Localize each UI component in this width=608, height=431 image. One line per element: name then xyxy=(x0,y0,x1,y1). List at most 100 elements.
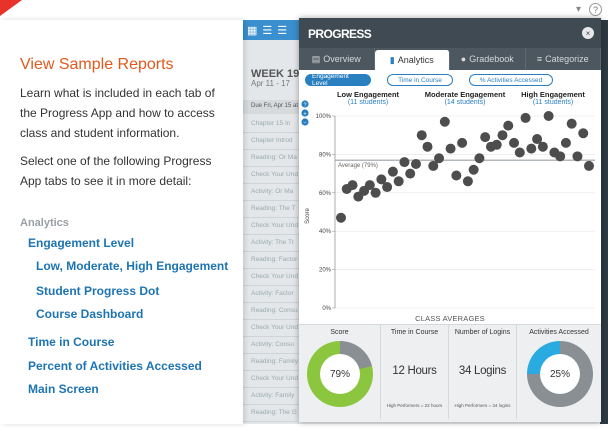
student-progress-dot xyxy=(520,112,531,123)
student-progress-dot xyxy=(497,130,508,141)
modal-tabs: ▤ Overview ▮ Analytics ● Gradebook ≡ Cat… xyxy=(299,48,601,70)
course-dashboard-link[interactable]: Course Dashboard xyxy=(36,307,143,321)
student-progress-dot xyxy=(509,137,520,148)
student-progress-dot-link[interactable]: Student Progress Dot xyxy=(36,284,159,298)
moderate-engagement-count: (14 students) xyxy=(444,99,486,106)
student-progress-dot xyxy=(514,147,525,158)
student-progress-dot xyxy=(347,180,358,191)
student-progress-dot xyxy=(399,157,410,168)
score-value: 79% xyxy=(320,354,360,394)
close-icon[interactable]: × xyxy=(582,27,594,39)
class-averages-heading: CLASS AVERAGES xyxy=(415,314,485,323)
accessed-value: 25% xyxy=(540,354,580,394)
background-list-item: Reading: Or Ma xyxy=(243,150,301,167)
background-list-item: Chapter Introd xyxy=(243,133,301,150)
overview-icon: ▤ xyxy=(311,53,321,64)
guide-title: View Sample Reports xyxy=(20,56,174,73)
low-engagement-label: Low Engagement xyxy=(336,90,400,99)
engagement-tiers-link[interactable]: Low, Moderate, High Engagement xyxy=(36,259,228,273)
time-label: Time in Course xyxy=(390,329,439,336)
tab-overview[interactable]: ▤ Overview xyxy=(299,48,375,70)
percent-activities-link[interactable]: Percent of Activities Accessed xyxy=(28,359,202,373)
student-progress-dot xyxy=(543,111,554,121)
tab-analytics[interactable]: ▮ Analytics xyxy=(374,50,450,70)
engagement-scatter: ? + − 0% 20% 40% 60% 80% 100% Score Average (79%) xyxy=(301,100,595,312)
high-engagement-header: High Engagement (11 students) xyxy=(513,90,593,106)
tab-gradebook-label: Gradebook xyxy=(469,54,514,64)
student-progress-dot xyxy=(393,176,404,187)
subtab-activities-accessed[interactable]: % Activities Accessed xyxy=(469,74,553,86)
chart-control-glyph: ? xyxy=(303,102,306,108)
student-progress-dot xyxy=(445,143,456,154)
student-progress-dot xyxy=(405,168,416,179)
tab-categorize[interactable]: ≡ Categorize xyxy=(526,48,601,70)
chart-control-glyph: + xyxy=(303,111,306,117)
engagement-level-link[interactable]: Engagement Level xyxy=(28,236,134,250)
calendar-icon: ▦ xyxy=(247,24,258,37)
tab-categorize-label: Categorize xyxy=(545,54,589,64)
student-progress-dot xyxy=(555,151,566,162)
week-range: Apr 11 - 17 xyxy=(251,79,290,88)
help-icon[interactable]: ? xyxy=(589,3,602,16)
time-in-course-link[interactable]: Time in Course xyxy=(28,335,114,349)
background-list-item: Activity: Or Ma xyxy=(243,184,301,201)
student-progress-dot xyxy=(462,176,473,187)
accessed-label: Activities Accessed xyxy=(529,329,589,336)
y-tick-label: 80% xyxy=(319,152,332,158)
background-list-item: Reading: Factor xyxy=(243,252,301,269)
student-progress-dot xyxy=(491,139,502,150)
guide-instructions: Select one of the following Progress App… xyxy=(20,154,212,188)
list-icon: ☰ xyxy=(262,24,273,37)
progress-modal: PROGRESS × ▤ Overview ▮ Analytics ● Grad… xyxy=(299,18,601,422)
y-tick-label: 40% xyxy=(319,229,332,235)
student-progress-dot xyxy=(526,143,537,154)
top-icons: ▾ ? xyxy=(576,3,602,16)
average-label: Average (79%) xyxy=(338,163,378,169)
background-list-item: Check Your Und xyxy=(243,218,301,235)
y-tick-label: 0% xyxy=(322,306,331,312)
student-progress-dot xyxy=(537,141,548,152)
moderate-engagement-header: Moderate Engagement (14 students) xyxy=(417,90,513,106)
background-list-item: Activity: Family xyxy=(243,388,301,405)
bar-chart-icon: ▮ xyxy=(389,54,395,65)
background-list-item: Activity: The Tr xyxy=(243,235,301,252)
time-average: Time in Course 12 Hours High Performers … xyxy=(381,325,449,419)
student-progress-dot xyxy=(584,160,594,171)
student-progress-dot xyxy=(480,132,491,143)
people-icon: ● xyxy=(460,54,467,64)
tab-analytics-label: Analytics xyxy=(397,55,434,65)
dropdown-icon[interactable]: ▾ xyxy=(576,4,581,15)
subtab-engagement-level[interactable]: Engagement Level xyxy=(305,73,371,87)
guide-intro: Learn what is included in each tab of th… xyxy=(20,86,215,140)
background-list-item: Reading: The G xyxy=(243,405,301,422)
low-engagement-header: Low Engagement (11 students) xyxy=(329,90,407,106)
low-engagement-count: (11 students) xyxy=(347,99,389,106)
guide-panel: View Sample Reports Learn what is includ… xyxy=(0,20,243,424)
background-toolbar: ▦ ☰ ☰ xyxy=(243,20,303,40)
student-progress-dot xyxy=(578,128,589,139)
time-note: High Performers = 22 hours xyxy=(386,403,443,408)
accessed-donut: 25% xyxy=(527,341,593,407)
sliders-icon: ≡ xyxy=(536,54,543,64)
engagement-chart: ? + −0% 20% 40% 60% 80% 100% Score Average (79%) … xyxy=(299,88,601,314)
background-list-item: Check Your Und xyxy=(243,269,301,286)
background-list-item: Check Your Und xyxy=(243,371,301,388)
student-progress-dot xyxy=(560,137,571,148)
score-label: Score xyxy=(330,329,349,336)
student-progress-dot xyxy=(416,130,427,141)
student-progress-dot xyxy=(503,120,514,131)
tab-gradebook[interactable]: ● Gradebook xyxy=(450,48,526,70)
analytics-subtabs: Engagement Level Time in Course % Activi… xyxy=(299,70,601,88)
background-list-item: Check Your Und xyxy=(243,320,301,337)
time-value: 12 Hours xyxy=(392,365,437,377)
subtab-time-in-course[interactable]: Time in Course xyxy=(387,74,453,86)
y-axis-label: Score xyxy=(305,208,311,224)
student-progress-dot xyxy=(336,212,346,223)
background-list-item: Activity: Factor xyxy=(243,286,301,303)
student-progress-dot xyxy=(370,187,381,198)
background-list-item: Activity: Consu xyxy=(243,337,301,354)
main-screen-link[interactable]: Main Screen xyxy=(28,382,99,396)
student-progress-dot xyxy=(468,164,479,175)
high-engagement-label: High Engagement xyxy=(521,90,585,99)
class-averages: Score 79% Time in Course 12 Hours High P… xyxy=(299,324,601,422)
